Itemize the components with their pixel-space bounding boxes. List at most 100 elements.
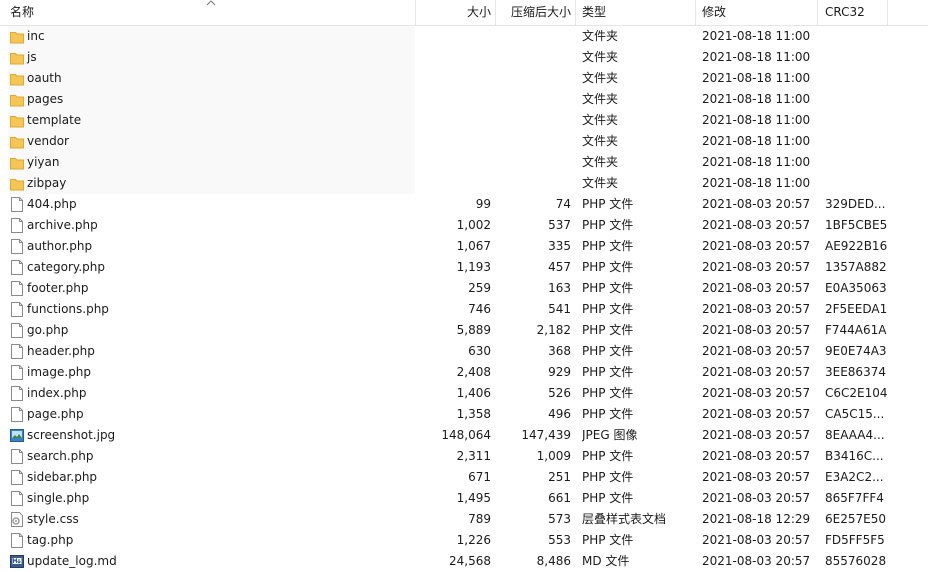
file-name-cell[interactable]: js bbox=[10, 47, 415, 68]
file-row[interactable]: functions.php 746 541 PHP 文件 2021-08-03 20:5… bbox=[0, 299, 928, 320]
file-row[interactable]: zibpay 文件夹 2021-08-18 11:00 bbox=[0, 173, 928, 194]
file-size bbox=[416, 68, 491, 89]
file-row[interactable]: author.php 1,067 335 PHP 文件 2021-08-03 20:57… bbox=[0, 236, 928, 257]
file-name-cell[interactable]: functions.php bbox=[10, 299, 415, 320]
file-row[interactable]: update_log.md 24,568 8,486 MD 文件 2021-08-03 … bbox=[0, 551, 928, 572]
file-name-cell[interactable]: inc bbox=[10, 26, 415, 47]
file-name: index.php bbox=[27, 386, 87, 400]
file-row[interactable]: page.php 1,358 496 PHP 文件 2021-08-03 20:57 CA… bbox=[0, 404, 928, 425]
file-name: footer.php bbox=[27, 281, 89, 295]
file-row[interactable]: style.css 789 573 层叠样式表文档 2021-08-18 12:29 6E… bbox=[0, 509, 928, 530]
file-name-cell[interactable]: footer.php bbox=[10, 278, 415, 299]
file-row[interactable]: go.php 5,889 2,182 PHP 文件 2021-08-03 20:57 F7… bbox=[0, 320, 928, 341]
file-modified: 2021-08-03 20:57 bbox=[702, 428, 811, 442]
file-name-cell[interactable]: category.php bbox=[10, 257, 415, 278]
sort-ascending-icon bbox=[206, 0, 216, 6]
file-modified: 2021-08-18 11:00 bbox=[702, 176, 811, 190]
folder-icon bbox=[10, 71, 24, 86]
file-row[interactable]: image.php 2,408 929 PHP 文件 2021-08-03 20:57 3… bbox=[0, 362, 928, 383]
file-size: 1,495 bbox=[456, 491, 491, 505]
file-crc32: 865F7FF4 bbox=[825, 491, 884, 505]
file-name-cell[interactable]: style.css bbox=[10, 509, 415, 530]
file-row[interactable]: tag.php 1,226 553 PHP 文件 2021-08-03 20:57 FD5… bbox=[0, 530, 928, 551]
file-name-cell[interactable]: screenshot.jpg bbox=[10, 425, 415, 446]
file-size: 2,408 bbox=[456, 365, 491, 379]
column-header-bar: 名称 大小 压缩后大小 类型 修改 CRC32 bbox=[0, 0, 928, 26]
file-row[interactable]: oauth 文件夹 2021-08-18 11:00 bbox=[0, 68, 928, 89]
file-name-cell[interactable]: index.php bbox=[10, 383, 415, 404]
column-header-modified[interactable]: 修改 bbox=[696, 0, 818, 25]
file-modified: 2021-08-18 11:00 bbox=[702, 29, 811, 43]
file-row[interactable]: archive.php 1,002 537 PHP 文件 2021-08-03 20:5… bbox=[0, 215, 928, 236]
file-row[interactable]: template 文件夹 2021-08-18 11:00 bbox=[0, 110, 928, 131]
file-name-cell[interactable]: vendor bbox=[10, 131, 415, 152]
file-modified: 2021-08-03 20:57 bbox=[702, 449, 811, 463]
file-row[interactable]: yiyan 文件夹 2021-08-18 11:00 bbox=[0, 152, 928, 173]
file-name-cell[interactable]: update_log.md bbox=[10, 551, 415, 572]
file-row[interactable]: header.php 630 368 PHP 文件 2021-08-03 20:57 9E… bbox=[0, 341, 928, 362]
file-crc32: CA5C15... bbox=[825, 407, 885, 421]
file-row[interactable]: single.php 1,495 661 PHP 文件 2021-08-03 20:57… bbox=[0, 488, 928, 509]
file-name-cell[interactable]: header.php bbox=[10, 341, 415, 362]
file-name-cell[interactable]: 404.php bbox=[10, 194, 415, 215]
file-size: 99 bbox=[475, 197, 491, 211]
file-name-cell[interactable]: author.php bbox=[10, 236, 415, 257]
file-packed-size: 553 bbox=[548, 533, 571, 547]
column-header-packed-size[interactable]: 压缩后大小 bbox=[496, 0, 576, 25]
file-name: page.php bbox=[27, 407, 84, 421]
file-name-cell[interactable]: zibpay bbox=[10, 173, 415, 194]
file-row[interactable]: 404.php 99 74 PHP 文件 2021-08-03 20:57 329DED.… bbox=[0, 194, 928, 215]
file-name-cell[interactable]: oauth bbox=[10, 68, 415, 89]
file-icon bbox=[10, 470, 24, 485]
file-row[interactable]: search.php 2,311 1,009 PHP 文件 2021-08-03 20:… bbox=[0, 446, 928, 467]
file-name-cell[interactable]: go.php bbox=[10, 320, 415, 341]
file-row[interactable]: sidebar.php 671 251 PHP 文件 2021-08-03 20:57 E… bbox=[0, 467, 928, 488]
file-crc32: FD5FF5F5 bbox=[825, 533, 885, 547]
file-crc32 bbox=[825, 152, 895, 173]
file-size: 259 bbox=[468, 281, 491, 295]
file-row[interactable]: category.php 1,193 457 PHP 文件 2021-08-03 20:… bbox=[0, 257, 928, 278]
file-type: 文件夹 bbox=[582, 113, 619, 127]
file-row[interactable]: js 文件夹 2021-08-18 11:00 bbox=[0, 47, 928, 68]
column-header-size[interactable]: 大小 bbox=[416, 0, 496, 25]
file-icon bbox=[10, 449, 24, 464]
file-type: PHP 文件 bbox=[582, 281, 634, 295]
file-crc32: AE922B16 bbox=[825, 239, 888, 253]
file-size: 148,064 bbox=[441, 428, 491, 442]
file-name-cell[interactable]: pages bbox=[10, 89, 415, 110]
file-crc32: 2F5EEDA1 bbox=[825, 302, 888, 316]
file-row[interactable]: screenshot.jpg 148,064 147,439 JPEG 图像 2021-… bbox=[0, 425, 928, 446]
file-name-cell[interactable]: image.php bbox=[10, 362, 415, 383]
file-type: 层叠样式表文档 bbox=[582, 512, 667, 526]
file-packed-size bbox=[496, 26, 571, 47]
file-name-cell[interactable]: single.php bbox=[10, 488, 415, 509]
file-type: 文件夹 bbox=[582, 50, 619, 64]
file-icon bbox=[10, 533, 24, 548]
file-name-cell[interactable]: template bbox=[10, 110, 415, 131]
file-row[interactable]: footer.php 259 163 PHP 文件 2021-08-03 20:57 E0… bbox=[0, 278, 928, 299]
file-packed-size: 661 bbox=[548, 491, 571, 505]
column-header-crc32[interactable]: CRC32 bbox=[818, 0, 888, 25]
file-name-cell[interactable]: archive.php bbox=[10, 215, 415, 236]
file-row[interactable]: inc 文件夹 2021-08-18 11:00 bbox=[0, 26, 928, 47]
file-type: PHP 文件 bbox=[582, 239, 634, 253]
file-icon bbox=[10, 344, 24, 359]
file-name-cell[interactable]: page.php bbox=[10, 404, 415, 425]
file-packed-size: 541 bbox=[548, 302, 571, 316]
file-icon bbox=[10, 218, 24, 233]
file-type: PHP 文件 bbox=[582, 197, 634, 211]
file-modified: 2021-08-03 20:57 bbox=[702, 470, 811, 484]
file-name: update_log.md bbox=[27, 554, 117, 568]
file-row[interactable]: vendor 文件夹 2021-08-18 11:00 bbox=[0, 131, 928, 152]
file-name-cell[interactable]: tag.php bbox=[10, 530, 415, 551]
file-type: JPEG 图像 bbox=[582, 428, 638, 442]
file-crc32: 85576028 bbox=[825, 554, 887, 568]
file-row[interactable]: pages 文件夹 2021-08-18 11:00 bbox=[0, 89, 928, 110]
file-name-cell[interactable]: yiyan bbox=[10, 152, 415, 173]
file-name-cell[interactable]: search.php bbox=[10, 446, 415, 467]
column-header-type[interactable]: 类型 bbox=[576, 0, 696, 25]
file-packed-size: 163 bbox=[548, 281, 571, 295]
file-row[interactable]: index.php 1,406 526 PHP 文件 2021-08-03 20:57 C… bbox=[0, 383, 928, 404]
file-name-cell[interactable]: sidebar.php bbox=[10, 467, 415, 488]
file-crc32: 8EAAA4... bbox=[825, 428, 885, 442]
